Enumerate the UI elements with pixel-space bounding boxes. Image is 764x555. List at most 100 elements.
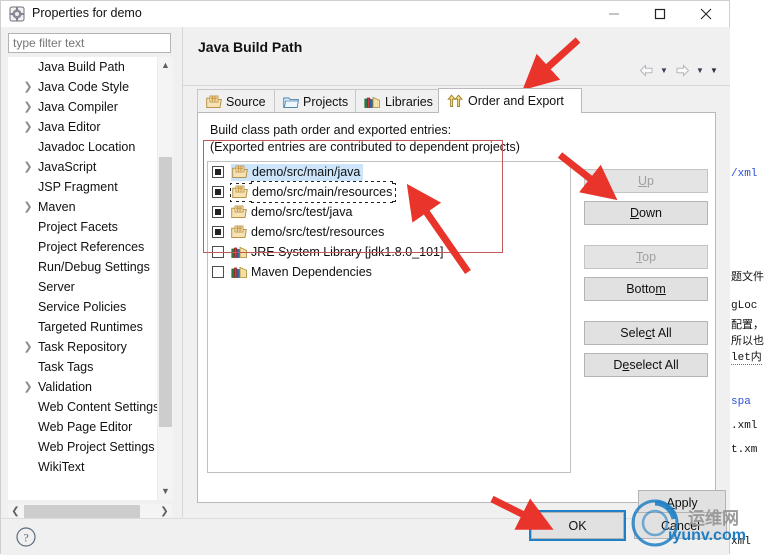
sidebar-item-maven[interactable]: ❯ Maven [8, 197, 156, 217]
sidebar-item-web-content-settings[interactable]: Web Content Settings [8, 397, 159, 417]
sidebar-item-targeted-runtimes[interactable]: Targeted Runtimes [8, 317, 156, 337]
settings-tree[interactable]: Java Build Path ❯ Java Code Style ❯ Java Com… [8, 57, 171, 500]
scroll-right-icon[interactable]: ❯ [157, 504, 172, 519]
chevron-right-icon[interactable]: ❯ [22, 197, 34, 217]
entry-checkbox[interactable] [212, 266, 224, 278]
entry-checkbox[interactable] [212, 166, 224, 178]
entry-checkbox[interactable] [212, 246, 224, 258]
scroll-down-icon[interactable]: ▼ [158, 483, 173, 500]
entry-label-wrapper: Maven Dependencies [231, 265, 372, 279]
source-folder-icon [232, 185, 248, 199]
entry-label: demo/src/main/resources [252, 185, 393, 199]
sidebar-item-label: Task Tags [38, 360, 94, 374]
watermark-site-text: iyunv.com [668, 527, 746, 544]
entry-label-wrapper: demo/src/test/resources [231, 225, 384, 239]
order-export-arrows-icon [447, 94, 464, 108]
close-button[interactable] [683, 1, 729, 27]
maximize-button[interactable] [637, 1, 683, 27]
tab-label: Libraries [385, 94, 433, 109]
tab-bar[interactable]: Source Projects Libraries Order and Export [197, 88, 716, 113]
bottom-button[interactable]: Bottom [584, 277, 708, 301]
sidebar-item-label: Web Project Settings [38, 440, 155, 454]
tab-libraries[interactable]: Libraries [355, 89, 439, 113]
tree-horizontal-scrollbar[interactable]: ❮ ❯ [8, 504, 172, 519]
classpath-entry-row[interactable]: demo/src/main/resources [208, 182, 570, 202]
help-question-icon[interactable]: ? [15, 526, 37, 548]
sidebar-item-project-references[interactable]: Project References [8, 237, 156, 257]
watermark-cn-text: 运维网 [688, 509, 739, 528]
editor-code-line: spa [731, 396, 751, 408]
libraries-books-icon [231, 265, 247, 279]
sidebar-item-label: Javadoc Location [38, 140, 136, 154]
sidebar-item-label: Project Facets [38, 220, 118, 234]
dialog-titlebar[interactable]: Properties for demo [1, 1, 729, 27]
entry-label: demo/src/main/java [252, 165, 361, 179]
tab-projects[interactable]: Projects [274, 89, 356, 113]
minimize-button[interactable] [591, 1, 637, 27]
sidebar-item-service-policies[interactable]: Service Policies [8, 297, 156, 317]
classpath-entries-list[interactable]: demo/src/main/java demo/src/main/resource… [207, 161, 571, 473]
scrollbar-thumb[interactable] [24, 505, 140, 518]
chevron-right-icon[interactable]: ❯ [22, 77, 34, 97]
sidebar-item-label: Java Compiler [38, 100, 118, 114]
sidebar-item-label: Maven [38, 200, 76, 214]
sidebar-item-validation[interactable]: ❯ Validation [8, 377, 156, 397]
scrollbar-thumb[interactable] [159, 157, 172, 427]
editor-code-line: /xml [731, 168, 758, 180]
filter-input[interactable] [8, 33, 171, 53]
deselect-all-button[interactable]: Deselect All [584, 353, 708, 377]
top-button[interactable]: Top [584, 245, 708, 269]
sidebar-item-web-project-settings[interactable]: Web Project Settings [8, 437, 156, 457]
forward-arrow-icon[interactable] [672, 60, 692, 80]
chevron-right-icon[interactable]: ❯ [22, 97, 34, 117]
tab-source[interactable]: Source [197, 89, 275, 113]
sidebar-item-task-repository[interactable]: ❯ Task Repository [8, 337, 156, 357]
description-line-2: (Exported entries are contributed to dep… [210, 140, 520, 154]
classpath-entry-row[interactable]: JRE System Library [jdk1.8.0_101] [208, 242, 570, 262]
sidebar-item-web-page-editor[interactable]: Web Page Editor [8, 417, 156, 437]
classpath-entry-row[interactable]: Maven Dependencies [208, 262, 570, 282]
tree-vertical-scrollbar[interactable]: ▲ ▼ [157, 57, 173, 500]
sidebar-item-server[interactable]: Server [8, 277, 156, 297]
sidebar-item-java-compiler[interactable]: ❯ Java Compiler [8, 97, 156, 117]
select-all-button[interactable]: Select All [584, 321, 708, 345]
classpath-entry-row[interactable]: demo/src/test/java [208, 202, 570, 222]
view-menu-icon[interactable]: ▼ [708, 60, 720, 80]
sidebar-item-run-debug-settings[interactable]: Run/Debug Settings [8, 257, 156, 277]
forward-chevron-down-icon[interactable]: ▼ [694, 60, 706, 80]
sidebar-item-project-facets[interactable]: Project Facets [8, 217, 156, 237]
tab-order-and-export[interactable]: Order and Export [438, 88, 582, 113]
back-chevron-down-icon[interactable]: ▼ [658, 60, 670, 80]
classpath-entry-row[interactable]: demo/src/main/java [208, 162, 570, 182]
up-button[interactable]: Up [584, 169, 708, 193]
entry-checkbox[interactable] [212, 186, 224, 198]
chevron-right-icon[interactable]: ❯ [22, 117, 34, 137]
chevron-right-icon[interactable]: ❯ [22, 157, 34, 177]
properties-dialog: Properties for demo Java Build Path ❯ Java… [0, 0, 730, 555]
libraries-books-icon [231, 245, 247, 259]
sidebar-item-java-code-style[interactable]: ❯ Java Code Style [8, 77, 156, 97]
sidebar-item-java-build-path[interactable]: Java Build Path [8, 57, 156, 77]
sidebar-item-java-editor[interactable]: ❯ Java Editor [8, 117, 156, 137]
sidebar-item-javadoc-location[interactable]: Javadoc Location [8, 137, 156, 157]
back-arrow-icon[interactable] [636, 60, 656, 80]
svg-text:?: ? [23, 531, 28, 545]
down-button[interactable]: Down [584, 201, 708, 225]
side-button-label: Deselect All [613, 358, 679, 372]
chevron-right-icon[interactable]: ❯ [22, 337, 34, 357]
entry-label: demo/src/test/java [251, 205, 353, 219]
sidebar-item-task-tags[interactable]: Task Tags [8, 357, 156, 377]
navigation-controls[interactable]: ▼ ▼ ▼ [636, 60, 720, 80]
classpath-entry-row[interactable]: demo/src/test/resources [208, 222, 570, 242]
entry-checkbox[interactable] [212, 206, 224, 218]
sidebar-item-label: Web Page Editor [38, 420, 133, 434]
chevron-right-icon[interactable]: ❯ [22, 377, 34, 397]
page-title: Java Build Path [198, 39, 303, 55]
entry-checkbox[interactable] [212, 226, 224, 238]
entry-label-wrapper: demo/src/main/java [231, 164, 364, 181]
sidebar-item-wikitext[interactable]: WikiText [8, 457, 156, 477]
sidebar-item-javascript[interactable]: ❯ JavaScript [8, 157, 156, 177]
scroll-left-icon[interactable]: ❮ [8, 504, 23, 519]
scroll-up-icon[interactable]: ▲ [158, 57, 173, 74]
sidebar-item-jsp-fragment[interactable]: JSP Fragment [8, 177, 156, 197]
